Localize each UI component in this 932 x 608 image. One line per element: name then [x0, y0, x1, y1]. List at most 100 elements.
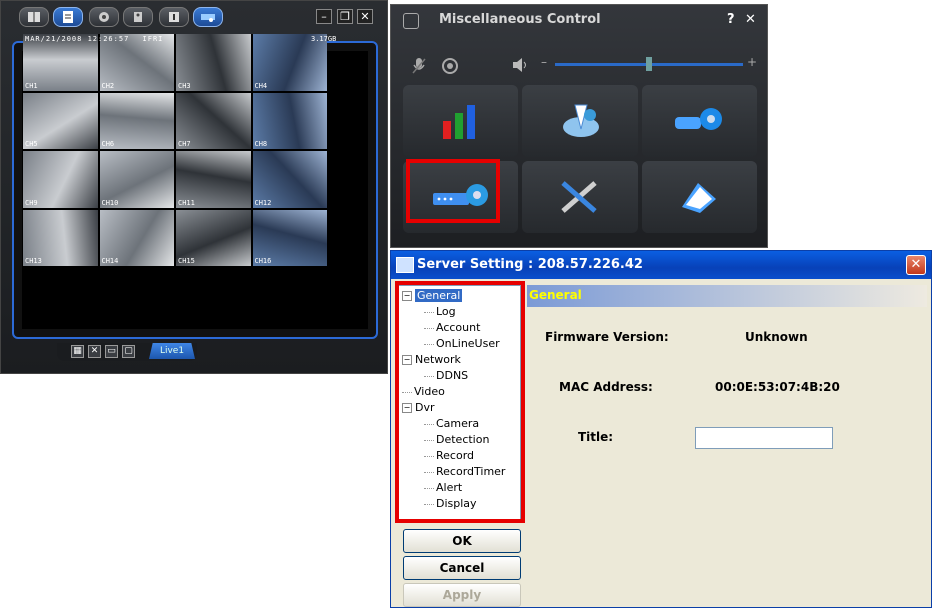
camera-cell[interactable]: CH7	[176, 92, 251, 149]
tree-item-alert[interactable]: Alert	[424, 480, 462, 496]
help-button[interactable]: ?	[727, 12, 735, 27]
camera-cell-label: CH11	[178, 198, 195, 207]
camera-cell[interactable]: CH9	[23, 151, 98, 208]
apply-button[interactable]: Apply	[403, 583, 521, 607]
tree-item-general[interactable]: − General	[402, 288, 463, 304]
camera-grid: CH1 CH2 CH3 CH4 CH5 CH6 CH7 CH8 CH9 CH10 CH11 CH12 C…	[23, 34, 327, 266]
camera-cell-label: CH6	[101, 140, 115, 148]
camera-cell-label: CH15	[178, 257, 195, 265]
tree-item-label: Dvr	[415, 401, 435, 414]
cancel-button[interactable]: Cancel	[403, 556, 521, 580]
settings-tree: − General Log Account OnLineUser − Network DDNS…	[397, 285, 521, 521]
title-input[interactable]	[695, 427, 833, 449]
document-icon	[63, 11, 73, 23]
tree-connector	[424, 487, 434, 489]
close-channel-icon[interactable]: ✕	[88, 345, 101, 358]
camera-cell-label: CH14	[101, 257, 119, 265]
tree-item-recordtimer[interactable]: RecordTimer	[424, 464, 505, 480]
minimize-button[interactable]: –	[316, 9, 332, 24]
tree-item-log[interactable]: Log	[424, 304, 456, 320]
osd-date: MAR/21/2008 12:26:57 IFRI	[25, 35, 163, 43]
layout-split-icon[interactable]: ▦	[71, 345, 84, 358]
tools-icon	[561, 181, 597, 213]
tree-item-onlineuser[interactable]: OnLineUser	[424, 336, 500, 352]
remote-icon	[134, 12, 142, 22]
tile-statistics[interactable]	[403, 85, 519, 157]
tree-item-label: Camera	[436, 417, 480, 430]
tree-item-label: Video	[414, 385, 445, 398]
tree-expander-icon[interactable]: −	[402, 291, 412, 301]
tree-item-label: General	[415, 289, 463, 302]
viewer-toolbar-button-5[interactable]	[159, 7, 189, 27]
server-setting-highlight	[406, 159, 500, 223]
camera-cell-label: CH13	[25, 257, 42, 265]
osd-date-text: MAR/21/2008 12:26:57	[25, 35, 130, 43]
viewer-toolbar-button-2[interactable]	[53, 7, 83, 27]
camera-setup-icon	[675, 108, 723, 130]
camera-cell-label: CH1	[25, 81, 38, 90]
close-button[interactable]: ✕	[357, 9, 373, 24]
tree-item-detection[interactable]: Detection	[424, 432, 489, 448]
tree-item-network[interactable]: − Network	[402, 352, 461, 368]
misc-close-button[interactable]: ✕	[745, 12, 756, 27]
tile-camera-setup[interactable]	[641, 85, 757, 157]
camera-cell[interactable]: CH13	[23, 209, 98, 266]
book-icon	[28, 12, 40, 22]
tree-connector	[424, 503, 434, 505]
microphone-icon[interactable]	[411, 57, 427, 75]
camera-cell-label: CH3	[178, 81, 191, 90]
tree-item-ddns[interactable]: DDNS	[424, 368, 468, 384]
tree-item-video[interactable]: Video	[402, 384, 445, 400]
camera-cell[interactable]: CH12	[252, 151, 327, 208]
app-icon	[403, 13, 419, 29]
tree-connector	[424, 343, 434, 345]
log-icon	[682, 183, 717, 213]
tab-live1[interactable]: Live1	[149, 343, 195, 359]
ok-button[interactable]: OK	[403, 529, 521, 553]
tree-item-display[interactable]: Display	[424, 496, 477, 512]
tree-item-record[interactable]: Record	[424, 448, 474, 464]
camera-cell[interactable]: CH10	[99, 151, 174, 208]
camera-cell[interactable]: CH5	[23, 92, 98, 149]
tile-network-setup[interactable]	[522, 85, 638, 157]
volume-minus[interactable]: –	[541, 55, 547, 69]
tile-log[interactable]	[641, 161, 757, 233]
camera-cell[interactable]: CH15	[176, 209, 251, 266]
viewer-toolbar-button-3[interactable]	[89, 7, 119, 27]
tree-item-label: Network	[415, 353, 461, 366]
tile-tools[interactable]	[522, 161, 638, 233]
camera-cell[interactable]: CH14	[99, 209, 174, 266]
tree-connector	[424, 455, 434, 457]
tree-item-label: Alert	[436, 481, 463, 494]
camera-cell[interactable]: CH11	[176, 151, 251, 208]
camera-cell[interactable]: CH16	[252, 209, 327, 266]
tree-item-label: Record	[436, 449, 475, 462]
mac-address-value: 00:0E:53:07:4B:20	[715, 380, 840, 394]
camera-cell[interactable]: CH3	[176, 34, 251, 91]
camera-cell[interactable]: CH6	[99, 92, 174, 149]
volume-icon[interactable]	[511, 56, 529, 74]
viewer-toolbar-button-6[interactable]	[193, 7, 223, 27]
viewer-toolbar-button-1[interactable]	[19, 7, 49, 27]
osd-flag-text: IFRI	[142, 35, 164, 43]
tree-expander-icon[interactable]: −	[402, 403, 412, 413]
tree-item-account[interactable]: Account	[424, 320, 480, 336]
speaker-mute-icon[interactable]	[441, 57, 459, 75]
osd-hdd: 3.17GB	[311, 35, 337, 43]
tree-item-dvr[interactable]: − Dvr	[402, 400, 435, 416]
fullscreen-icon[interactable]: ▢	[122, 345, 135, 358]
tree-expander-icon[interactable]: −	[402, 355, 412, 365]
tree-item-camera[interactable]: Camera	[424, 416, 479, 432]
camera-cell[interactable]: CH8	[252, 92, 327, 149]
volume-plus[interactable]: +	[747, 55, 757, 69]
tree-item-label: Display	[436, 497, 477, 510]
mac-address-label: MAC Address:	[559, 380, 653, 394]
dialog-close-button[interactable]: ✕	[906, 255, 926, 275]
bar-chart-icon	[442, 105, 475, 139]
camera-cell-label: CH2	[101, 81, 115, 90]
volume-slider-thumb[interactable]	[646, 57, 652, 71]
restore-button[interactable]: ❐	[337, 9, 353, 24]
window-icon[interactable]: ▭	[105, 345, 118, 358]
tree-connector	[402, 391, 412, 393]
viewer-toolbar-button-4[interactable]	[123, 7, 153, 27]
